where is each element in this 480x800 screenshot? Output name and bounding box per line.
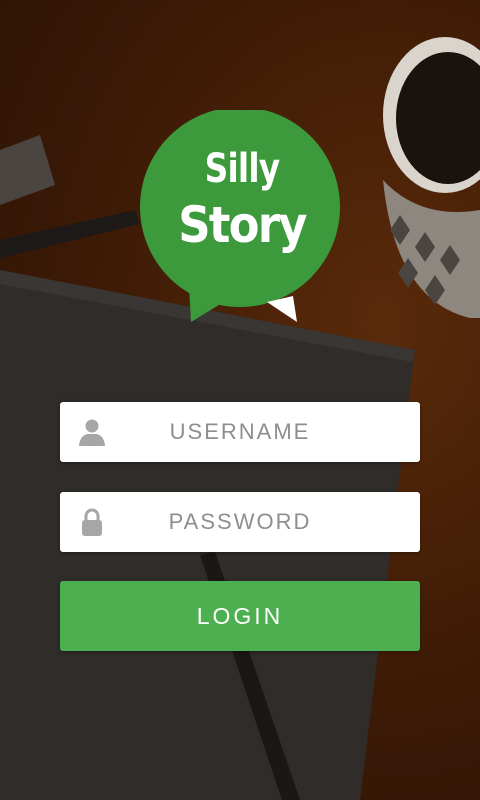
user-icon	[79, 419, 105, 446]
logo-text-line2: Story	[178, 196, 307, 254]
username-input[interactable]	[120, 402, 360, 462]
logo-text-line1: Silly	[204, 146, 280, 192]
eraser-shape	[0, 135, 55, 205]
username-field[interactable]	[60, 402, 420, 462]
app-logo: Silly Story	[139, 110, 345, 332]
password-input[interactable]	[120, 492, 360, 552]
lock-icon	[82, 508, 102, 536]
password-field[interactable]	[60, 492, 420, 552]
pen-shape	[0, 210, 140, 258]
login-button[interactable]: LOGIN	[60, 581, 420, 651]
